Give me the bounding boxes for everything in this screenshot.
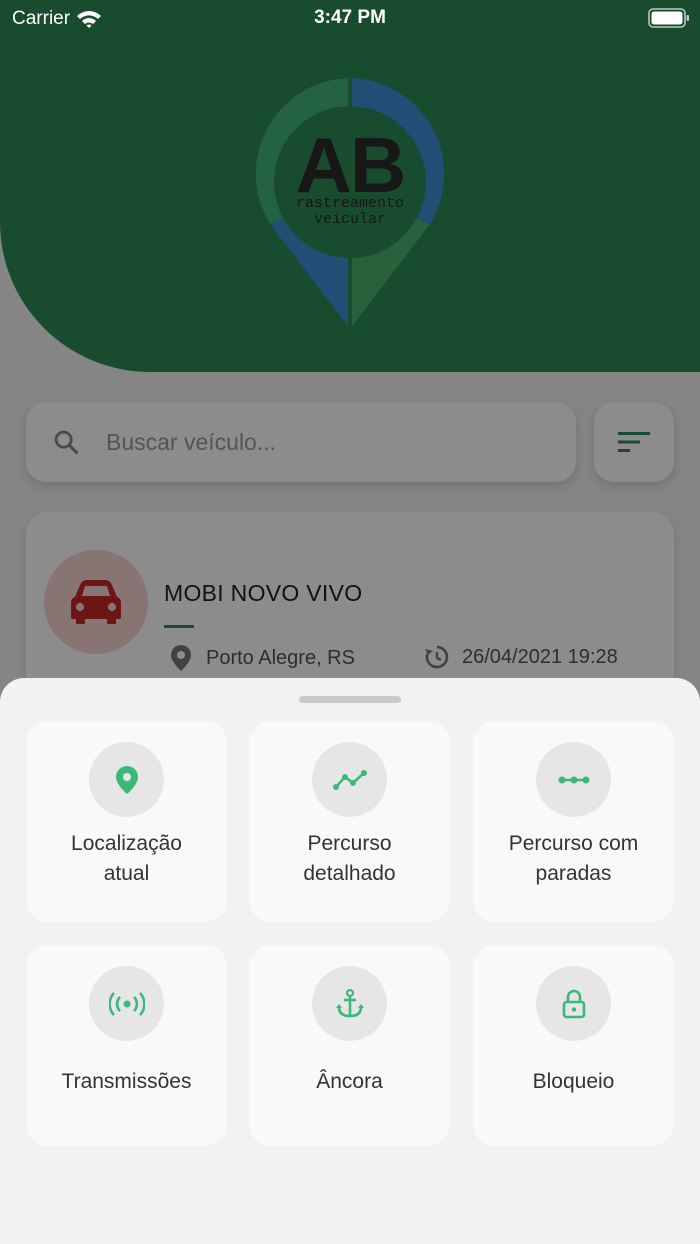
action-detailed-route[interactable]: Percurso detalhado bbox=[249, 721, 450, 922]
action-icon-circle bbox=[536, 966, 611, 1041]
action-label: Percurso detalhado bbox=[303, 832, 396, 885]
action-icon-circle bbox=[89, 966, 164, 1041]
action-transmissions[interactable]: Transmissões bbox=[26, 945, 227, 1146]
broadcast-icon bbox=[108, 991, 145, 1016]
status-bar: Carrier 3:47 PM bbox=[0, 0, 700, 36]
map-pin-icon bbox=[115, 765, 138, 794]
status-time: 3:47 PM bbox=[314, 7, 386, 28]
action-label: Percurso com paradas bbox=[508, 832, 639, 885]
action-icon-circle bbox=[536, 742, 611, 817]
action-route-with-stops[interactable]: Percurso com paradas bbox=[473, 721, 674, 922]
route-icon bbox=[332, 769, 367, 790]
action-anchor[interactable]: Âncora bbox=[249, 945, 450, 1146]
action-current-location[interactable]: Localização atual bbox=[26, 721, 227, 922]
actions-bottom-sheet: Localização atual Percurso detalhado Per… bbox=[0, 678, 700, 1244]
lock-icon bbox=[562, 989, 585, 1018]
action-label: Bloqueio bbox=[532, 1070, 615, 1093]
battery-icon bbox=[648, 8, 690, 34]
action-lock[interactable]: Bloqueio bbox=[473, 945, 674, 1146]
action-label: Transmissões bbox=[61, 1070, 192, 1093]
action-label: Localização atual bbox=[71, 832, 182, 885]
action-icon-circle bbox=[312, 966, 387, 1041]
anchor-icon bbox=[335, 988, 364, 1017]
stops-icon bbox=[558, 776, 589, 783]
sheet-drag-handle[interactable] bbox=[299, 696, 401, 703]
action-icon-circle bbox=[89, 742, 164, 817]
action-icon-circle bbox=[312, 742, 387, 817]
action-label: Âncora bbox=[316, 1070, 383, 1093]
